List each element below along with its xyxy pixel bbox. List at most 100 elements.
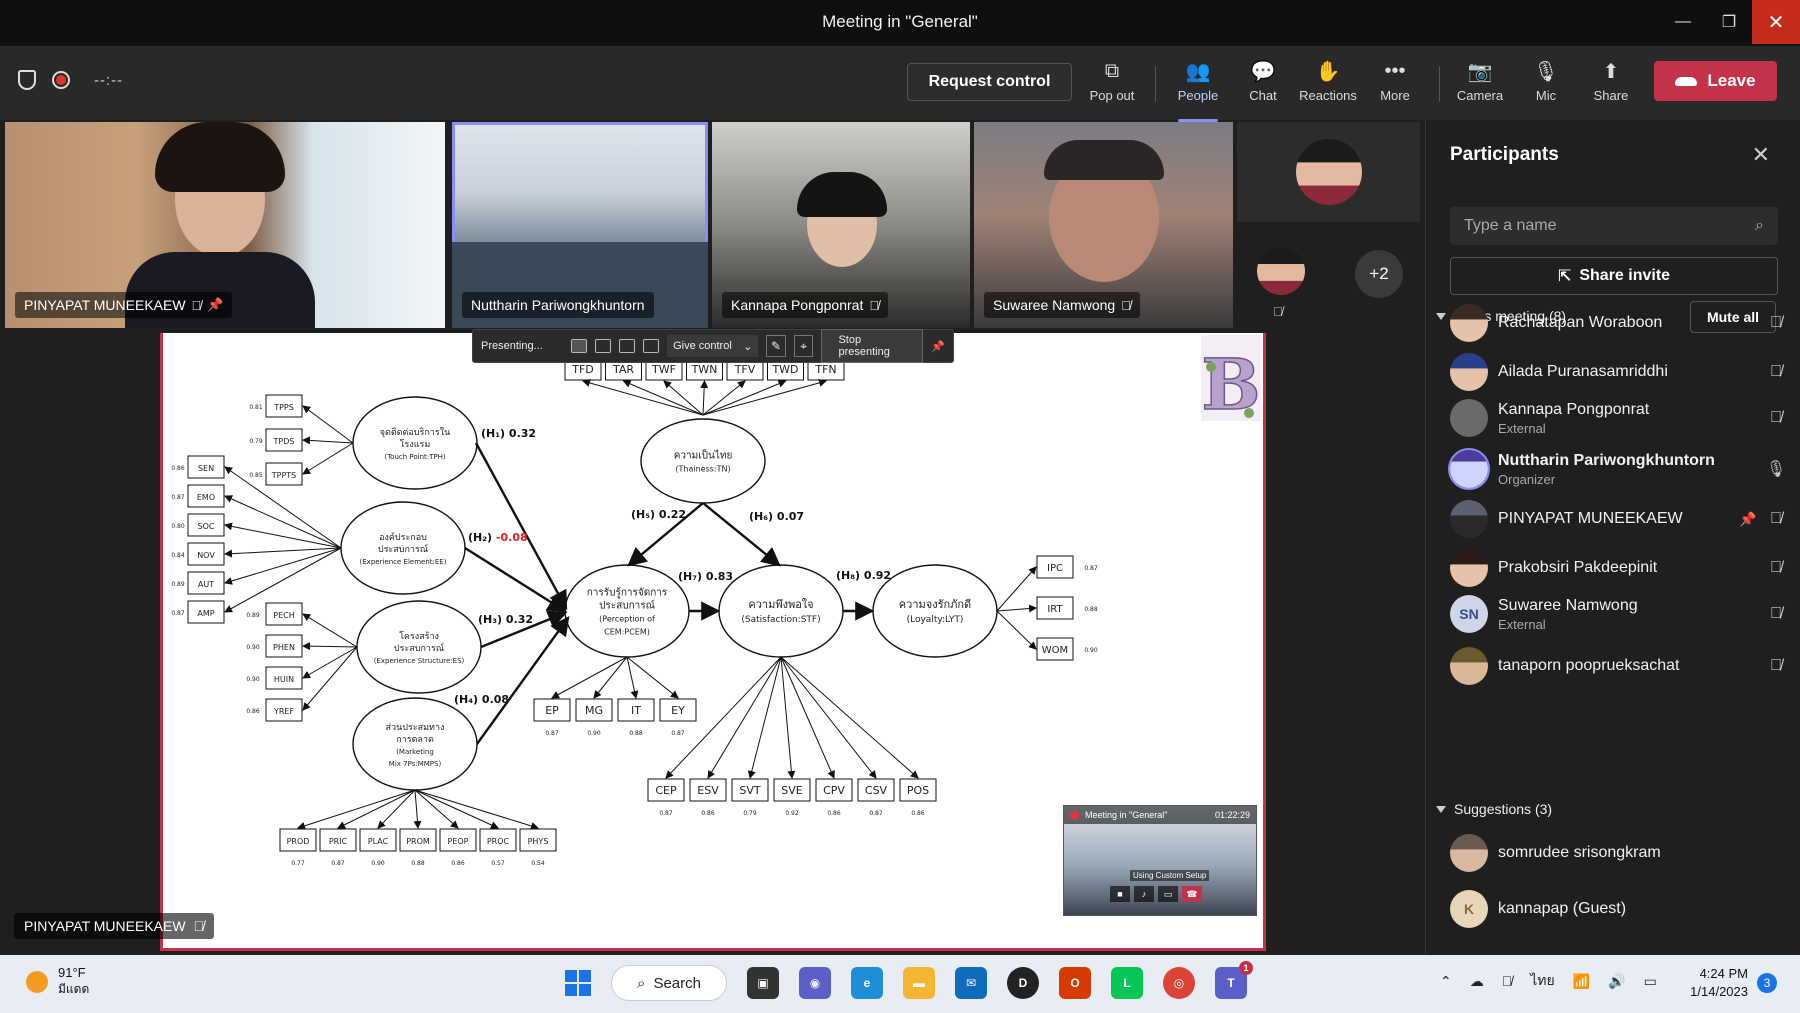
layout-side-by-side-icon[interactable] [618,339,635,353]
minimize-button[interactable]: — [1660,0,1706,44]
stf-indicator-box-label: CPV [823,784,845,797]
language-indicator[interactable]: ไทย [1530,970,1554,992]
system-clock[interactable]: 4:24 PM 1/14/2023 [1672,965,1748,1001]
h7-coefficient-value: 0.83 [706,570,733,583]
participant-row[interactable]: PINYAPAT MUNEEKAEW 📌 🎙̸ [1450,493,1790,545]
mic-off-icon[interactable]: 🎙̸ [1762,559,1790,577]
ee-indicator-box-label: AMP [197,609,214,618]
stf-indicator-box-label: CEP [655,784,677,797]
lyt-loading-arrow [996,566,1037,612]
pop-out-label: Pop out [1089,88,1135,103]
participant-row[interactable]: Nuttharin Pariwongkhuntorn Organizer 🎙 [1448,443,1790,495]
participant-avatar-tile[interactable] [1237,122,1420,222]
suggested-participant[interactable]: somrudee srisongkram [1450,827,1790,879]
layout-standout-icon[interactable] [594,339,611,353]
mic-off-icon[interactable]: 🎙̸ [1762,605,1790,623]
share-button[interactable]: ⬆ Share [1579,56,1643,112]
mic-button[interactable]: 🎙 Mic [1514,56,1578,112]
windows-start-icon[interactable] [565,970,591,996]
more-button[interactable]: ••• More [1363,56,1427,112]
participant-row[interactable]: Kannapa Pongponrat External 🎙̸ [1450,392,1790,444]
restore-button[interactable]: ❐ [1706,0,1752,44]
mail-icon[interactable]: ✉ [955,967,987,999]
mic-on-icon[interactable]: 🎙 [1762,459,1790,479]
participant-role: Organizer [1498,471,1556,487]
camera-icon[interactable]: ■ [1110,886,1130,902]
volume-icon[interactable]: 🔊 [1608,973,1625,990]
laser-pointer-icon[interactable]: ⌖ [793,335,814,357]
notification-badge[interactable]: 3 [1757,973,1777,993]
share-icon[interactable]: ▭ [1158,886,1178,902]
mic-off-icon[interactable]: 🎙̸ [1762,409,1790,427]
layout-reporter-icon[interactable] [643,339,660,353]
mic-icon[interactable]: ♪ [1134,886,1154,902]
participant-row[interactable]: Rachatapan Woraboon 🎙̸ [1450,297,1790,349]
mmps-ellipse-label: ส่วนประสมทาง [386,723,445,733]
share-invite-button[interactable]: ⇱ Share invite [1450,257,1778,295]
layout-content-icon[interactable] [570,339,587,353]
mic-off-icon[interactable]: 🎙̸ [1762,363,1790,381]
hangup-icon[interactable]: ☎ [1182,886,1202,902]
dell-icon[interactable]: D [1007,967,1039,999]
mic-off-icon: 🎙̸ [1273,304,1283,319]
video-tile[interactable]: Kannapa Pongponrat 🎙̸ [712,122,970,328]
stop-presenting-button[interactable]: Stop presenting [821,329,924,363]
participant-row[interactable]: Ailada Puranasamriddhi 🎙̸ [1450,346,1790,398]
suggestions-section[interactable]: Suggestions (3) [1436,801,1552,817]
meeting-mini-window[interactable]: Meeting in "General" 01:22:29 Using Cust… [1063,805,1257,916]
office-icon[interactable]: O [1059,967,1091,999]
chevron-up-icon[interactable]: ⌃ [1440,973,1452,990]
avatar [1450,304,1488,342]
video-tile[interactable]: Suwaree Namwong 🎙̸ [974,122,1233,328]
battery-icon[interactable]: ▭ [1644,973,1657,990]
lyt-loading-arrow [996,610,1037,650]
reactions-button[interactable]: ✋ Reactions [1296,56,1360,112]
line-app-icon[interactable]: L [1111,967,1143,999]
video-name: Nuttharin Pariwongkhuntorn [471,297,645,313]
close-icon[interactable]: ✕ [1752,142,1770,168]
avatar[interactable] [1257,247,1305,295]
camera-button[interactable]: 📷 Camera [1448,56,1512,112]
participant-row[interactable]: Prakobsiri Pakdeepinit 🎙̸ [1450,542,1790,594]
participant-row[interactable]: SN Suwaree Namwong External 🎙̸ [1450,588,1790,640]
ee-loading-arrow [224,522,342,549]
participant-name: Rachatapan Woraboon [1498,314,1663,331]
video-tile[interactable]: PINYAPAT MUNEEKAEW 🎙̸ 📌 [5,122,445,328]
request-control-button[interactable]: Request control [907,63,1072,101]
task-view-icon[interactable]: ▣ [747,967,779,999]
close-window-button[interactable]: ✕ [1752,0,1800,44]
stf-ellipse-label: (Satisfaction:STF) [741,615,820,625]
participant-row[interactable]: tanaporn pooprueksachat 🎙̸ [1450,640,1790,692]
people-button[interactable]: 👥 People [1166,56,1230,122]
mic-off-icon[interactable]: 🎙̸ [1502,973,1513,989]
stf-indicator-box-label: ESV [697,784,719,797]
annotate-pen-icon[interactable]: ✎ [766,335,786,357]
give-control-dropdown[interactable]: Give control ⌄ [667,335,759,357]
avatar [1450,399,1488,437]
wifi-icon[interactable]: 📶 [1573,973,1590,990]
weather-widget[interactable]: 91°F มีแดด [26,965,89,999]
shield-icon[interactable] [18,70,36,90]
chat-button[interactable]: 💬 Chat [1231,56,1295,112]
participant-search-input[interactable]: Type a name ⌕ [1450,207,1778,245]
teams-chat-icon[interactable]: ◉ [799,967,831,999]
leave-button[interactable]: Leave [1654,61,1777,101]
video-tile-active[interactable]: Nuttharin Pariwongkhuntorn [452,122,708,328]
file-explorer-icon[interactable]: ▬ [903,967,935,999]
more-participants-button[interactable]: +2 [1355,250,1403,298]
lyt-loading-arrow [996,604,1037,613]
pin-icon[interactable]: 📌 [931,340,945,353]
edge-icon[interactable]: e [851,967,883,999]
pop-out-button[interactable]: ⧉ Pop out [1080,56,1144,112]
taskbar-search[interactable]: ⌕ Search [611,965,727,1001]
pin-icon[interactable]: 📌 [1734,511,1762,528]
suggested-participant[interactable]: K kannapap (Guest) [1450,883,1790,935]
mic-off-icon[interactable]: 🎙̸ [1762,657,1790,675]
mic-off-icon[interactable]: 🎙̸ [1762,510,1790,528]
chrome-icon[interactable]: ◎ [1163,967,1195,999]
cloud-icon[interactable]: ☁ [1470,973,1484,990]
teams-icon[interactable]: T1 [1215,961,1253,999]
participant-name: tanaporn pooprueksachat [1498,657,1680,674]
mic-off-icon[interactable]: 🎙̸ [1762,314,1790,332]
recording-icon[interactable] [52,71,70,89]
